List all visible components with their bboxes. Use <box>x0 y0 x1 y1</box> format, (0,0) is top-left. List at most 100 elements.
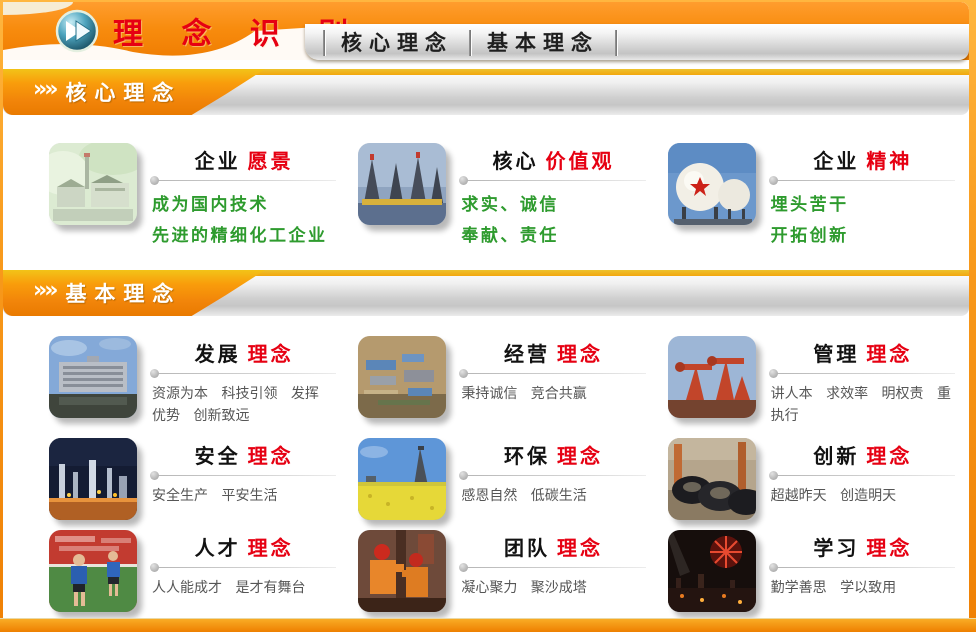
card-line: 讲人本 求效率 明权责 重执行 <box>771 383 955 428</box>
title-divider <box>461 567 645 568</box>
card-photo-spherical-gas-tanks <box>668 143 756 225</box>
double-chevron-icon: »» <box>33 79 55 101</box>
title-divider <box>152 567 336 568</box>
photo-illustration <box>49 143 137 225</box>
card-photo-oil-pumpjacks <box>668 336 756 418</box>
page-header: 理 念 识 别 核心理念 基本理念 <box>3 2 969 60</box>
title-divider <box>461 475 645 476</box>
card-title: 经营理念 <box>461 338 645 367</box>
card-title-main: 环保 <box>504 444 550 468</box>
card-title: 管理理念 <box>771 338 955 367</box>
card-title-accent: 价值观 <box>545 149 614 173</box>
basic-concepts-grid: 发展理念 资源为本 科技引领 发挥 优势 创新致远 经营理念 秉持诚信 竞合 <box>3 316 969 618</box>
card-photo-rig-in-flower-field <box>358 438 446 520</box>
tab-separator <box>615 30 617 56</box>
photo-illustration <box>668 143 756 225</box>
card-photo-oil-drilling-rigs <box>358 143 446 225</box>
card-photo-green-chemical-plant <box>49 143 137 225</box>
concept-card: 发展理念 资源为本 科技引领 发挥 优势 创新致远 <box>49 336 336 428</box>
title-divider <box>461 373 645 374</box>
photo-illustration <box>358 336 446 418</box>
card-line: 人人能成才 是才有舞台 <box>152 577 336 599</box>
footer-bar <box>0 618 976 632</box>
title-divider <box>152 475 336 476</box>
card-line: 凝心聚力 聚沙成塔 <box>461 577 645 599</box>
card-title-main: 安全 <box>195 444 241 468</box>
concept-card: 企业精神 埋头苦干 开拓创新 <box>668 143 955 259</box>
concept-card: 安全理念 安全生产 平安生活 <box>49 438 336 520</box>
card-title-accent: 愿景 <box>248 149 294 173</box>
card-title: 核心价值观 <box>461 145 645 174</box>
card-title-main: 人才 <box>195 536 241 560</box>
card-line: 成为国内技术 <box>152 190 336 221</box>
concept-card: 核心价值观 求实、诚信 奉献、责任 <box>358 143 645 259</box>
page-frame: 理 念 识 别 核心理念 基本理念 »» 核心理念 <box>3 2 969 619</box>
card-line: 超越昨天 创造明天 <box>771 485 955 507</box>
card-line: 奉献、责任 <box>461 221 645 252</box>
card-line: 优势 创新致远 <box>152 405 336 427</box>
section-title: 基本理念 <box>65 278 181 308</box>
card-photo-industrial-park-aerial <box>358 336 446 418</box>
card-title-accent: 精神 <box>866 149 912 173</box>
card-title-main: 核心 <box>492 149 538 173</box>
concept-card: 团队理念 凝心聚力 聚沙成塔 <box>358 530 645 612</box>
concept-card: 创新理念 超越昨天 创造明天 <box>668 438 955 520</box>
card-title-accent: 理念 <box>866 536 912 560</box>
card-title-accent: 理念 <box>866 444 912 468</box>
card-title-accent: 理念 <box>557 444 603 468</box>
fast-forward-play-icon <box>55 9 99 53</box>
card-title: 环保理念 <box>461 440 645 469</box>
section-title: 核心理念 <box>65 77 181 107</box>
card-line: 感恩自然 低碳生活 <box>461 485 645 507</box>
card-title-accent: 理念 <box>248 342 294 366</box>
card-title-main: 学习 <box>813 536 859 560</box>
card-line: 先进的精细化工企业 <box>152 221 336 252</box>
card-photo-fireworks-over-plant <box>668 530 756 612</box>
concept-card: 环保理念 感恩自然 低碳生活 <box>358 438 645 520</box>
photo-illustration <box>668 438 756 520</box>
core-concepts-grid: 企业愿景 成为国内技术 先进的精细化工企业 核心价值观 <box>3 115 969 265</box>
header-tabstrip: 核心理念 基本理念 <box>305 24 969 60</box>
card-title-main: 企业 <box>195 149 241 173</box>
bar-orange-wedge: »» 基本理念 <box>3 270 265 316</box>
section-bar-core: »» 核心理念 <box>3 69 969 115</box>
tab-core-concepts[interactable]: 核心理念 <box>325 27 469 57</box>
card-line: 求实、诚信 <box>461 190 645 221</box>
card-title-accent: 理念 <box>557 536 603 560</box>
spacer <box>3 60 969 69</box>
card-line: 安全生产 平安生活 <box>152 485 336 507</box>
photo-illustration <box>49 530 137 612</box>
card-title-main: 企业 <box>813 149 859 173</box>
card-line: 开拓创新 <box>771 221 955 252</box>
double-chevron-icon: »» <box>33 280 55 302</box>
card-title-accent: 理念 <box>248 444 294 468</box>
card-title: 发展理念 <box>152 338 336 367</box>
card-title: 团队理念 <box>461 532 645 561</box>
title-divider <box>771 373 955 374</box>
card-line: 勤学善思 学以致用 <box>771 577 955 599</box>
photo-illustration <box>49 336 137 418</box>
card-line: 秉持诚信 竞合共赢 <box>461 383 645 405</box>
title-divider <box>771 475 955 476</box>
card-title-main: 发展 <box>195 342 241 366</box>
concept-card: 经营理念 秉持诚信 竞合共赢 <box>358 336 645 428</box>
title-divider <box>771 567 955 568</box>
card-title: 安全理念 <box>152 440 336 469</box>
card-photo-drilling-workers <box>358 530 446 612</box>
tab-basic-concepts[interactable]: 基本理念 <box>471 27 615 57</box>
photo-illustration <box>668 530 756 612</box>
card-title-accent: 理念 <box>866 342 912 366</box>
card-photo-office-building <box>49 336 137 418</box>
card-title-main: 管理 <box>813 342 859 366</box>
card-title-accent: 理念 <box>557 342 603 366</box>
card-line: 埋头苦干 <box>771 190 955 221</box>
concept-card: 学习理念 勤学善思 学以致用 <box>668 530 955 612</box>
card-photo-refinery-night <box>49 438 137 520</box>
photo-illustration <box>358 530 446 612</box>
concept-card: 企业愿景 成为国内技术 先进的精细化工企业 <box>49 143 336 259</box>
card-title: 创新理念 <box>771 440 955 469</box>
concept-card: 管理理念 讲人本 求效率 明权责 重执行 <box>668 336 955 428</box>
title-divider <box>771 180 955 181</box>
card-title: 企业精神 <box>771 145 955 174</box>
title-divider <box>461 180 645 181</box>
